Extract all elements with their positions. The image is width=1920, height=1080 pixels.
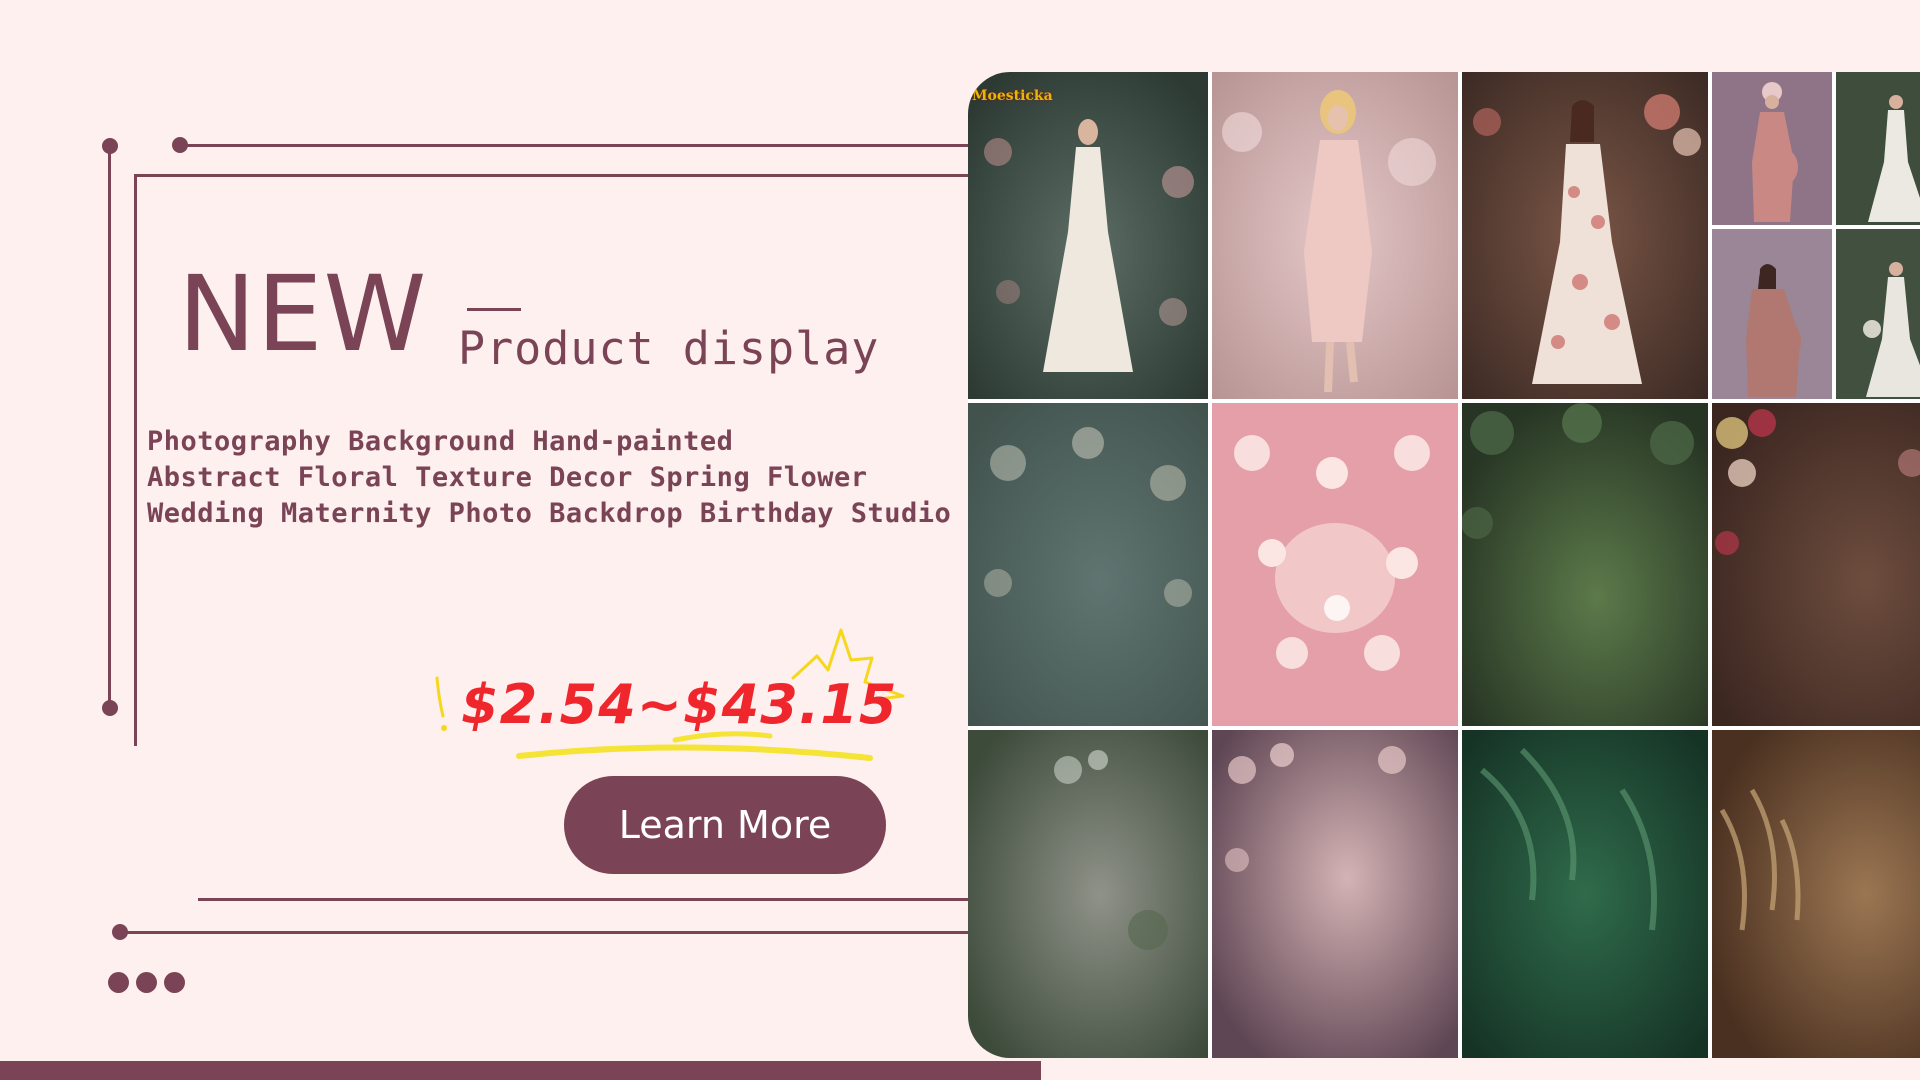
tile-image xyxy=(1712,730,1920,1058)
frame-bottom-line-2 xyxy=(120,931,970,934)
frame-left-vertical xyxy=(108,146,111,709)
frame-dot-top-left xyxy=(102,138,118,154)
gallery-tile-brown-rose-texture[interactable] xyxy=(1712,403,1920,726)
tile-image xyxy=(1212,72,1458,399)
subhead-product-display: Product display xyxy=(458,322,880,375)
frame-dot-bottom xyxy=(112,924,128,940)
headline-new: NEW xyxy=(178,253,428,375)
gallery-tile-sage-floral-texture[interactable] xyxy=(968,403,1208,726)
frame-inner-top-line xyxy=(134,174,970,177)
frame-inner-vertical xyxy=(134,174,137,746)
gallery-tile-golden-wheat-texture[interactable] xyxy=(1712,730,1920,1058)
tile-image xyxy=(1712,72,1832,225)
learn-more-button[interactable]: Learn More xyxy=(564,776,886,874)
gallery-tile-pink-soft-portrait[interactable] xyxy=(1212,72,1458,399)
tile-image xyxy=(1462,730,1708,1058)
tile-image xyxy=(968,730,1208,1058)
gallery-tile-emerald-fern-texture[interactable] xyxy=(1462,730,1708,1058)
frame-dot-top xyxy=(172,137,188,153)
tile-image xyxy=(1836,229,1920,399)
tile-image xyxy=(1712,229,1832,399)
tile-image xyxy=(968,403,1208,726)
tile-image xyxy=(1836,72,1920,225)
tile-image xyxy=(1212,403,1458,726)
frame-top-line xyxy=(180,144,970,147)
product-description: Photography Background Hand-painted Abst… xyxy=(147,424,967,532)
description-line-2: Abstract Floral Texture Decor Spring Flo… xyxy=(147,462,868,493)
gallery-tile-purple-maternity-1[interactable] xyxy=(1712,72,1832,225)
description-line-3: Wedding Maternity Photo Backdrop Birthda… xyxy=(147,498,952,529)
gallery-tile-misty-green-texture[interactable] xyxy=(968,730,1208,1058)
brand-watermark: Moesticka xyxy=(972,88,1053,104)
tile-image xyxy=(1462,403,1708,726)
pagination-dot-2 xyxy=(136,972,157,993)
pagination-dot-1 xyxy=(108,972,129,993)
price-range: $2.54~$43.15 xyxy=(461,673,898,736)
gallery-tile-green-bride-2[interactable] xyxy=(1836,229,1920,399)
gallery-tile-brown-rose-portrait[interactable] xyxy=(1462,72,1708,399)
gallery-tile-green-bride-1[interactable] xyxy=(1836,72,1920,225)
gallery-tile-green-floral-arch-bride[interactable]: Moesticka xyxy=(968,72,1208,399)
frame-bottom-line-1 xyxy=(198,898,970,901)
tile-image xyxy=(968,72,1208,399)
product-gallery: Moesticka xyxy=(968,72,1920,1058)
footer-bar xyxy=(0,1061,1041,1080)
subhead-dash xyxy=(467,308,521,311)
gallery-tile-purple-maternity-2[interactable] xyxy=(1712,229,1832,399)
tile-image xyxy=(1212,730,1458,1058)
gallery-tile-mauve-blossom-texture[interactable] xyxy=(1212,730,1458,1058)
gallery-tile-green-leaf-texture[interactable] xyxy=(1462,403,1708,726)
description-line-1: Photography Background Hand-painted xyxy=(147,426,734,457)
pagination-dot-3 xyxy=(164,972,185,993)
tile-image xyxy=(1712,403,1920,726)
gallery-tile-pink-blossom-texture[interactable] xyxy=(1212,403,1458,726)
frame-dot-bottom-left xyxy=(102,700,118,716)
tile-image xyxy=(1462,72,1708,399)
price-block: $2.54~$43.15 xyxy=(425,620,925,770)
